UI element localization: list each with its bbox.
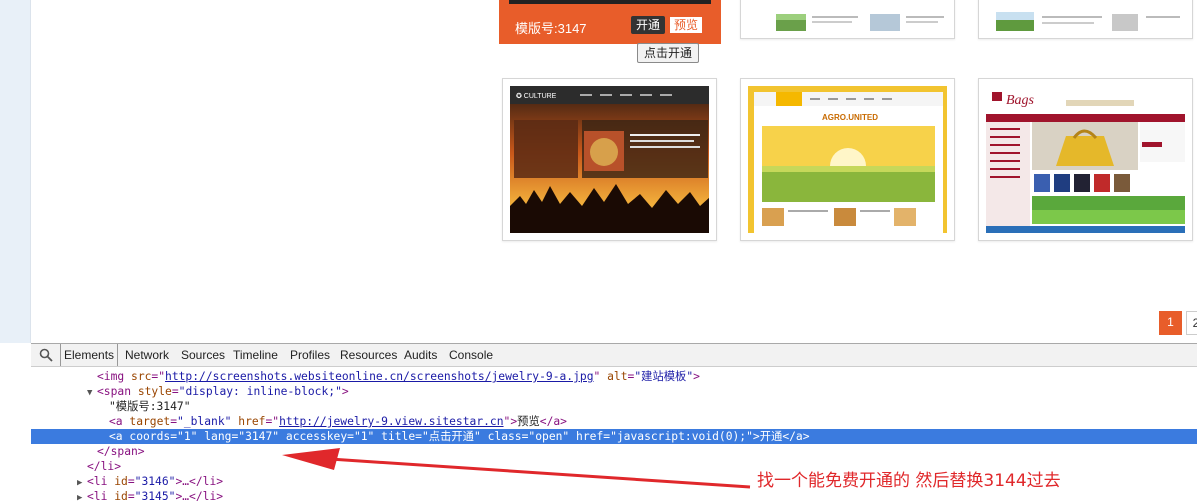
annotation-text: 找一个能免费开通的 然后替换3144过去 bbox=[757, 471, 1061, 491]
annotation-arrow-icon bbox=[282, 448, 751, 489]
